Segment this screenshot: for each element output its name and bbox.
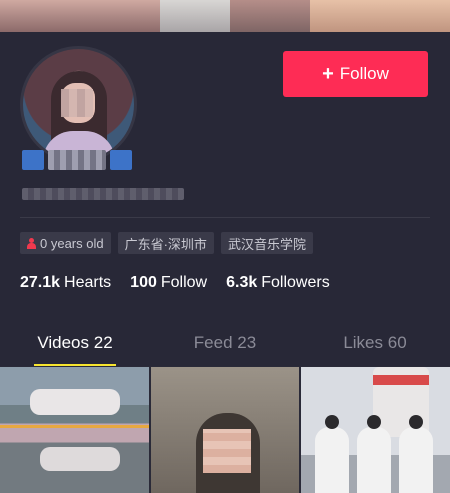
age-tag-label: 0 years old: [40, 235, 104, 251]
avatar[interactable]: [20, 46, 137, 163]
cover-image-3: [230, 0, 310, 32]
stat-label: Followers: [261, 274, 330, 291]
name-text-redacted: [48, 150, 106, 170]
cover-image-4: [310, 0, 450, 32]
avatar-mosaic: [61, 89, 93, 117]
username-redacted: [22, 150, 132, 172]
age-tag: 0 years old: [20, 232, 111, 254]
cover-image-1: [0, 0, 160, 32]
video-thumbnail[interactable]: [301, 367, 450, 493]
stat-label: Hearts: [64, 274, 112, 291]
tab-likes[interactable]: Likes 60: [300, 332, 450, 366]
location-tag-label: 广东省·深圳市: [124, 236, 207, 252]
profile-stats: 27.1k Hearts 100 Follow 6.3k Followers: [20, 274, 330, 292]
school-tag: 武汉音乐学院: [220, 232, 313, 254]
tab-feed[interactable]: Feed 23: [150, 332, 300, 366]
tab-videos[interactable]: Videos 22: [0, 332, 150, 366]
user-id-redacted: [22, 188, 184, 200]
stat-value: 100: [130, 274, 157, 291]
divider: [20, 217, 430, 218]
video-thumbnail[interactable]: [150, 367, 300, 493]
stat-followers[interactable]: 6.3k Followers: [226, 274, 330, 292]
location-tag: 广东省·深圳市: [117, 232, 214, 254]
emoji-redacted-left: [22, 150, 44, 170]
school-tag-label: 武汉音乐学院: [227, 236, 306, 252]
stat-value: 27.1k: [20, 274, 61, 291]
video-thumbnail[interactable]: [0, 367, 149, 493]
follow-button-label: Follow: [339, 64, 389, 83]
stat-value: 6.3k: [226, 274, 258, 291]
stat-following[interactable]: 100 Follow: [130, 274, 207, 292]
emoji-redacted-right: [110, 150, 132, 170]
profile-tags: 0 years old 广东省·深圳市 武汉音乐学院: [20, 232, 313, 254]
follow-button[interactable]: + Follow: [283, 51, 428, 97]
stat-label: Follow: [160, 274, 208, 291]
cover-image-2: [160, 0, 230, 32]
person-icon: [27, 237, 36, 249]
video-grid: [0, 367, 450, 493]
stat-hearts[interactable]: 27.1k Hearts: [20, 274, 111, 292]
plus-icon: +: [322, 63, 334, 85]
profile-panel: + Follow 0 years old 广东省·深圳市 武汉音乐学院 27.1…: [0, 32, 450, 366]
profile-cover: [0, 0, 450, 32]
profile-tabs: Videos 22 Feed 23 Likes 60: [0, 332, 450, 366]
